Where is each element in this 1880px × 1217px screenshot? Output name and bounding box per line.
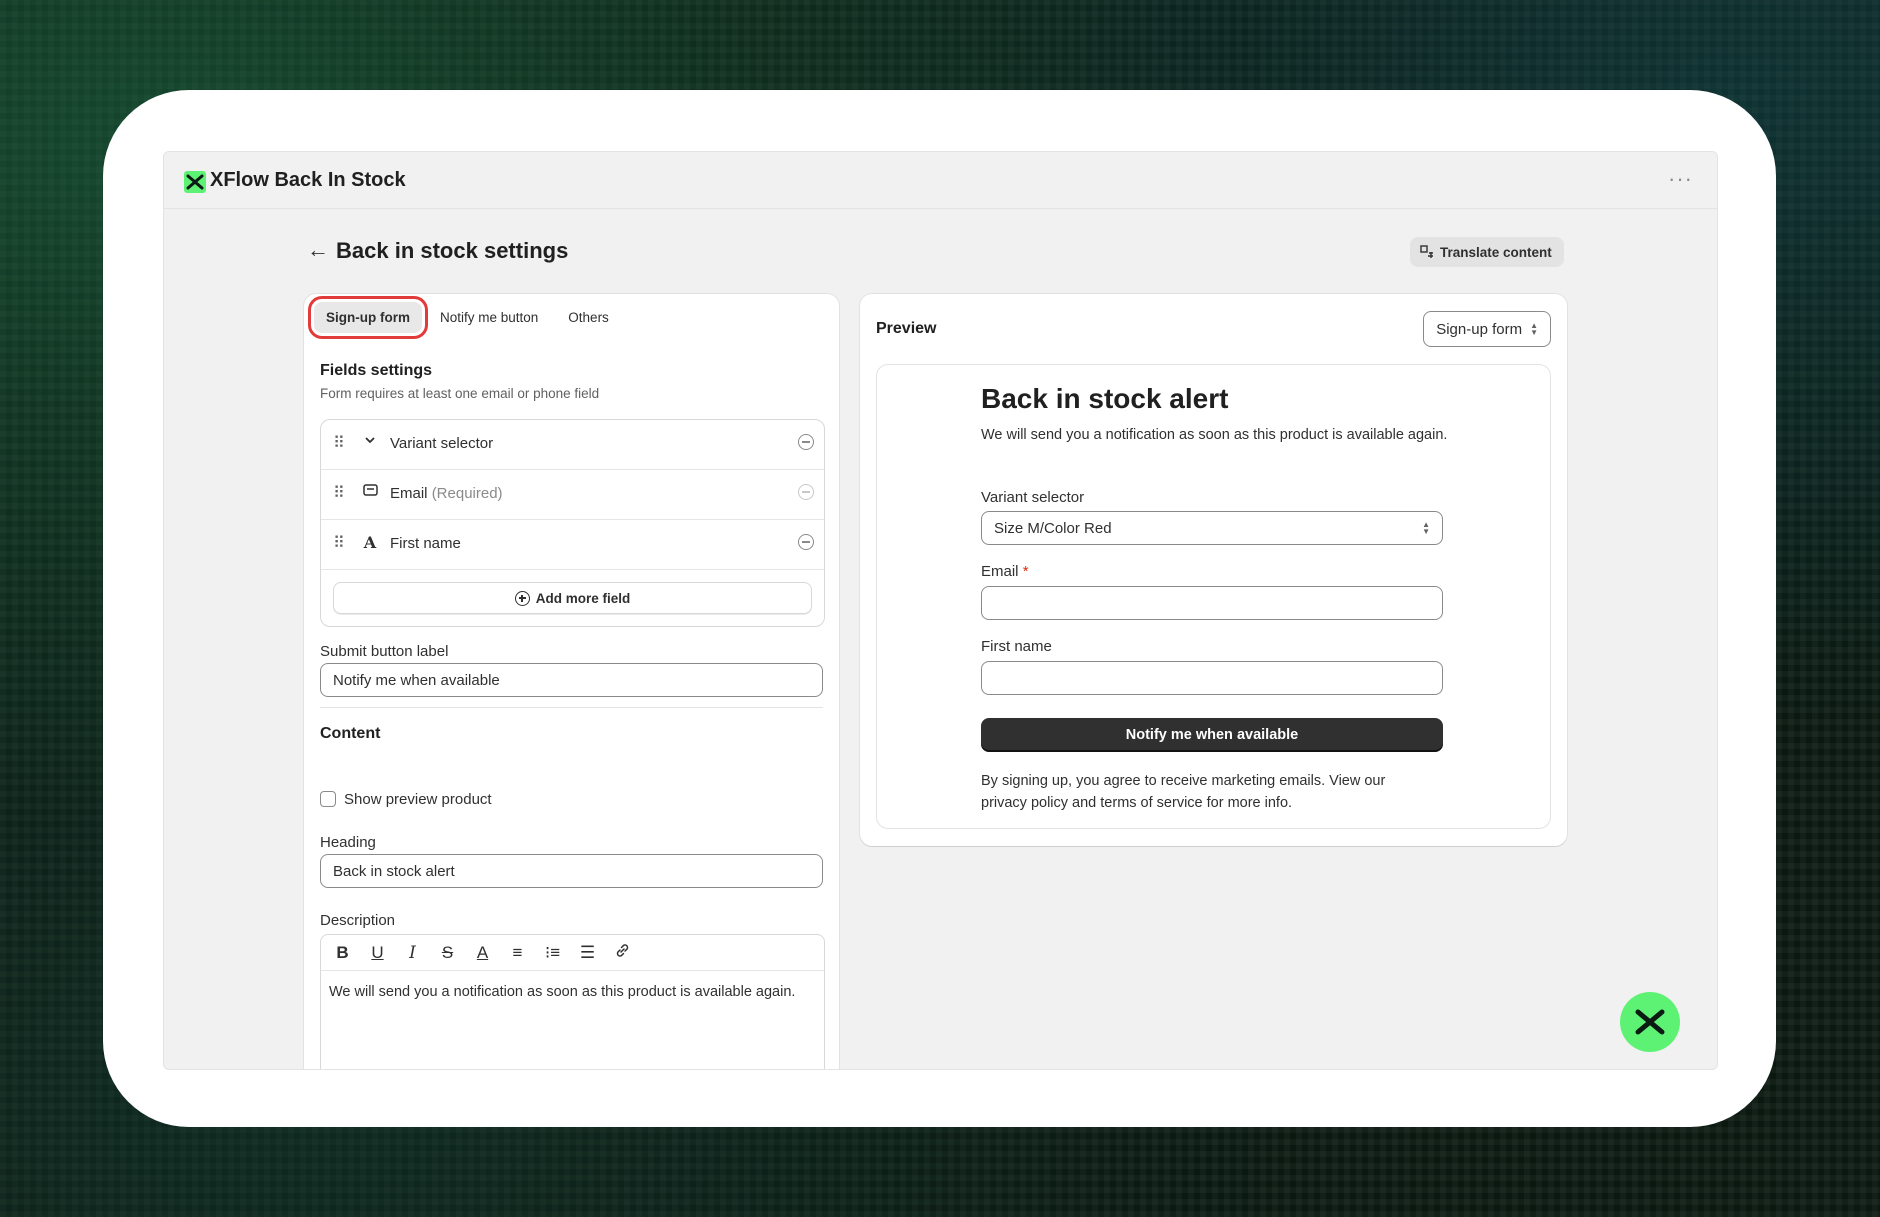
remove-circle-icon[interactable] [798,434,814,450]
tab-others[interactable]: Others [556,302,621,333]
add-more-field-button[interactable]: Add more field [333,582,812,614]
app-title: XFlow Back In Stock [210,169,406,191]
field-label: Email (Required) [390,485,503,502]
field-row-email[interactable]: ⠿ Email (Required) [321,470,824,520]
fields-settings-subtitle: Form requires at least one email or phon… [320,386,600,401]
text-a-icon: A [363,533,377,552]
preview-variant-select[interactable]: Size M/Color Red ▲ ▼ [981,511,1443,545]
envelope-icon [361,483,379,501]
translate-icon [1420,245,1433,258]
bold-icon[interactable]: B [333,943,352,963]
section-divider [320,707,823,708]
link-icon[interactable] [613,943,632,963]
select-arrows-icon: ▲ ▼ [1422,520,1430,536]
submit-button-label-input[interactable]: Notify me when available [320,663,823,697]
translate-content-button[interactable]: Translate content [1410,237,1564,267]
add-more-field-label: Add more field [535,590,631,606]
remove-circle-icon[interactable] [798,534,814,550]
tab-sign-up-form[interactable]: Sign-up form [308,296,428,339]
drag-handle-icon[interactable]: ⠿ [333,533,345,553]
preview-type-value: Sign-up form [1436,320,1523,338]
underline-icon[interactable]: U [368,943,387,963]
fields-settings-title: Fields settings [320,362,433,379]
app-logo-icon [184,171,206,193]
select-arrows-icon: ▲ ▼ [1530,321,1538,337]
preview-description: We will send you a notification as soon … [981,427,1448,443]
preview-heading: Back in stock alert [981,383,1229,414]
preview-email-label-text: Email [981,563,1019,580]
description-label: Description [320,912,396,929]
remove-circle-icon [798,484,814,500]
description-editor[interactable]: B U I S A ≡ ⁝≡ ☰ We will send you a noti… [320,934,825,1069]
align-left-icon[interactable]: ≡ [508,943,527,963]
show-preview-product-label: Show preview product [344,791,492,808]
heading-input[interactable]: Back in stock alert [320,854,823,888]
field-row-variant-selector[interactable]: ⠿ Variant selector [321,420,824,470]
fields-list: ⠿ Variant selector ⠿ Email (Required) ⠿ … [320,419,825,627]
page-title: Back in stock settings [336,238,569,263]
preview-first-name-label: First name [981,638,1052,655]
drag-handle-icon[interactable]: ⠿ [333,433,345,453]
preview-first-name-input[interactable] [981,661,1443,695]
submit-button-label-title: Submit button label [320,643,449,660]
back-arrow-icon[interactable]: ← [307,237,329,263]
description-text[interactable]: We will send you a notification as soon … [329,981,799,1003]
required-suffix: (Required) [431,485,503,502]
preview-panel: Preview Sign-up form ▲ ▼ Back in stock al… [860,294,1567,846]
strikethrough-icon[interactable]: S [438,943,457,963]
plus-circle-icon [514,590,530,606]
text-color-icon[interactable]: A [473,943,492,963]
preview-variant-label: Variant selector [981,489,1085,506]
bullet-list-icon[interactable]: ☰ [578,943,597,963]
preview-legal-text: By signing up, you agree to receive mark… [981,773,1386,811]
tab-notify-me-button[interactable]: Notify me button [428,302,550,333]
signup-form-preview: Back in stock alert We will send you a n… [876,364,1551,829]
heading-label: Heading [320,834,376,851]
show-preview-product-checkbox[interactable] [320,791,336,807]
field-label: First name [390,535,461,552]
chevron-down-icon[interactable] [361,433,379,451]
content-title: Content [320,725,381,742]
preview-variant-value: Size M/Color Red [994,519,1112,537]
field-label-text: Email [390,485,428,502]
drag-handle-icon[interactable]: ⠿ [333,483,345,503]
field-label: Variant selector [390,435,494,452]
required-mark: * [1022,563,1029,580]
ordered-list-icon[interactable]: ⁝≡ [543,943,562,963]
field-row-first-name[interactable]: ⠿ A First name [321,520,824,570]
xflow-launcher-icon[interactable] [1620,992,1680,1052]
settings-tabs: Sign-up form Notify me button Others [308,296,621,339]
settings-panel: Sign-up form Notify me button Others Fie… [304,294,839,1069]
preview-type-select[interactable]: Sign-up form ▲ ▼ [1423,311,1551,347]
translate-content-label: Translate content [1440,244,1552,260]
preview-title: Preview [876,320,937,337]
ellipsis-icon[interactable]: ··· [1668,166,1693,192]
preview-email-label: Email * [981,563,1029,580]
editor-toolbar: B U I S A ≡ ⁝≡ ☰ [321,935,824,971]
italic-icon[interactable]: I [403,943,422,963]
preview-notify-button[interactable]: Notify me when available [981,718,1443,752]
preview-email-input[interactable] [981,586,1443,620]
app-topbar: XFlow Back In Stock ··· [164,152,1717,209]
app-window: XFlow Back In Stock ··· ← Back in stock … [163,151,1718,1070]
